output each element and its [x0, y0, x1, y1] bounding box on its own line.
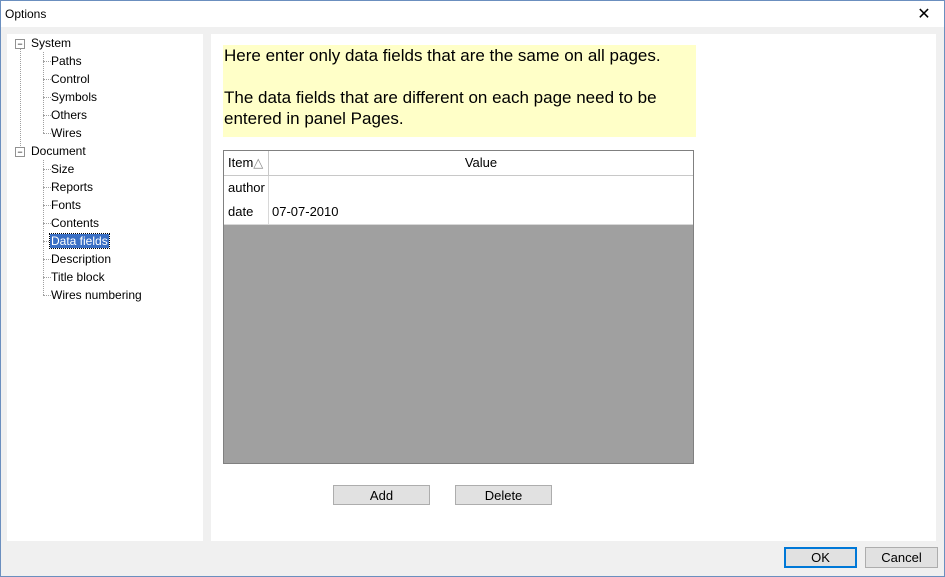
data-fields-grid[interactable]: Item△ Value author date 07-07-2010 [223, 150, 694, 464]
tree-node-label: System [31, 36, 72, 50]
delete-button[interactable]: Delete [455, 485, 552, 505]
tree-connector [43, 160, 44, 295]
tree-node-label: Description [51, 252, 112, 266]
tree-node-label: Others [51, 108, 88, 122]
tree-connector [43, 115, 51, 116]
ok-button[interactable]: OK [784, 547, 857, 568]
tree-node-description[interactable]: Description [51, 251, 111, 267]
tree-connector [43, 223, 51, 224]
tree-connector [43, 277, 51, 278]
tree-connector [43, 187, 51, 188]
info-line-same-fields: Here enter only data fields that are the… [224, 46, 661, 65]
tree-node-contents[interactable]: Contents [51, 215, 99, 231]
collapse-icon[interactable]: − [15, 147, 25, 157]
tree-connector [43, 169, 51, 170]
tree-node-label: Title block [51, 270, 105, 284]
tree-node-symbols[interactable]: Symbols [51, 89, 97, 105]
tree-node-wires[interactable]: Wires [51, 125, 82, 141]
options-dialog: Options ✕ − System Paths Control Symbols… [0, 0, 945, 577]
column-header-item[interactable]: Item△ [228, 151, 268, 175]
tree-node-label: Wires numbering [51, 288, 142, 302]
tree-node-size[interactable]: Size [51, 161, 74, 177]
tree-node-label: Paths [51, 54, 82, 68]
add-button[interactable]: Add [333, 485, 430, 505]
tree-connector [43, 52, 44, 133]
options-tree[interactable]: − System Paths Control Symbols Others Wi… [7, 34, 203, 541]
window-title: Options [5, 7, 47, 21]
column-header-label: Item [228, 155, 254, 170]
tree-node-label: Wires [51, 126, 82, 140]
tree-node-label: Data fields [49, 233, 110, 249]
tree-connector [43, 61, 51, 62]
cell-value[interactable] [272, 176, 690, 200]
close-icon[interactable]: ✕ [904, 1, 944, 27]
column-divider [268, 176, 269, 200]
tree-node-others[interactable]: Others [51, 107, 87, 123]
sort-ascending-icon: △ [253, 155, 264, 170]
tree-node-label: Fonts [51, 198, 82, 212]
tree-connector [43, 97, 51, 98]
tree-node-data-fields[interactable]: Data fields [49, 233, 110, 249]
tree-connector [43, 259, 51, 260]
cell-item[interactable]: date [228, 200, 268, 224]
column-header-label: Value [464, 155, 498, 170]
cell-value[interactable]: 07-07-2010 [272, 200, 690, 224]
table-row[interactable]: date 07-07-2010 [224, 200, 693, 225]
title-bar: Options ✕ [1, 1, 944, 27]
data-fields-panel: Here enter only data fields that are the… [211, 34, 936, 541]
info-note: Here enter only data fields that are the… [223, 45, 696, 137]
tree-node-label: Size [51, 162, 75, 176]
tree-node-reports[interactable]: Reports [51, 179, 93, 195]
tree-connector [43, 79, 51, 80]
cell-item[interactable]: author [228, 176, 268, 200]
tree-connector [20, 46, 21, 156]
cancel-button[interactable]: Cancel [865, 547, 938, 568]
collapse-icon[interactable]: − [15, 39, 25, 49]
tree-node-label: Symbols [51, 90, 98, 104]
column-divider [268, 200, 269, 224]
info-line-different-fields: The data fields that are different on ea… [224, 88, 657, 128]
tree-connector [43, 133, 51, 134]
tree-node-system[interactable]: System [31, 35, 71, 51]
tree-node-wires-numbering[interactable]: Wires numbering [51, 287, 142, 303]
tree-node-fonts[interactable]: Fonts [51, 197, 81, 213]
table-row[interactable]: author [224, 176, 693, 201]
tree-node-label: Reports [51, 180, 94, 194]
column-header-value[interactable]: Value [269, 151, 693, 175]
tree-connector [43, 295, 51, 296]
tree-connector [43, 205, 51, 206]
tree-node-control[interactable]: Control [51, 71, 90, 87]
tree-node-document[interactable]: Document [31, 143, 86, 159]
tree-node-paths[interactable]: Paths [51, 53, 82, 69]
tree-node-label: Contents [51, 216, 100, 230]
tree-node-title-block[interactable]: Title block [51, 269, 105, 285]
tree-node-label: Document [31, 144, 86, 158]
grid-header: Item△ Value [224, 151, 693, 176]
tree-node-label: Control [51, 72, 90, 86]
